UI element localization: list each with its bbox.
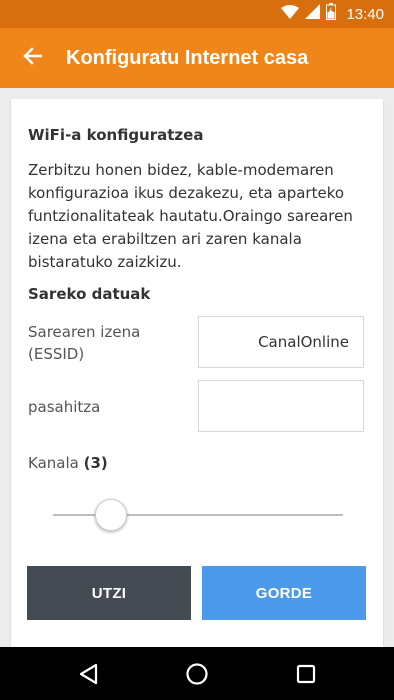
wifi-description: Zerbitzu honen bidez, kable-modemaren ko… (28, 161, 353, 271)
battery-icon (326, 3, 337, 25)
back-triangle-icon[interactable] (74, 660, 102, 688)
navigation-bar (0, 647, 394, 700)
ssid-label-line1: Sarearen izena (28, 323, 141, 341)
status-time: 13:40 (346, 5, 384, 23)
wifi-section-title: WiFi-a konfiguratzea (28, 126, 204, 144)
channel-label-text: Kanala (28, 454, 79, 472)
channel-label: Kanala (3) (28, 454, 108, 472)
password-label: pasahitza (28, 398, 101, 416)
channel-slider[interactable] (53, 499, 343, 531)
back-button[interactable] (4, 28, 60, 88)
page-title: Konfiguratu Internet casa (66, 46, 309, 69)
network-data-title: Sareko datuak (28, 285, 151, 303)
arrow-left-icon (22, 46, 43, 70)
save-button[interactable]: GORDE (202, 566, 366, 620)
home-circle-icon[interactable] (183, 660, 211, 688)
app-bar: Konfiguratu Internet casa (0, 28, 394, 88)
status-icons: 13:40 (281, 0, 384, 28)
wifi-icon (281, 4, 300, 24)
signal-icon (305, 4, 321, 24)
password-input[interactable] (198, 380, 364, 432)
status-bar: 13:40 (0, 0, 394, 28)
channel-value: (3) (83, 454, 108, 472)
ssid-input[interactable] (198, 316, 364, 368)
slider-thumb[interactable] (95, 499, 127, 531)
settings-card: WiFi-a konfiguratzea Zerbitzu honen bide… (11, 99, 383, 659)
recents-square-icon[interactable] (292, 660, 320, 688)
ssid-label-line2: (ESSID) (28, 345, 85, 363)
ssid-label: Sarearen izena (ESSID) (28, 321, 140, 365)
cancel-button[interactable]: UTZI (27, 566, 191, 620)
